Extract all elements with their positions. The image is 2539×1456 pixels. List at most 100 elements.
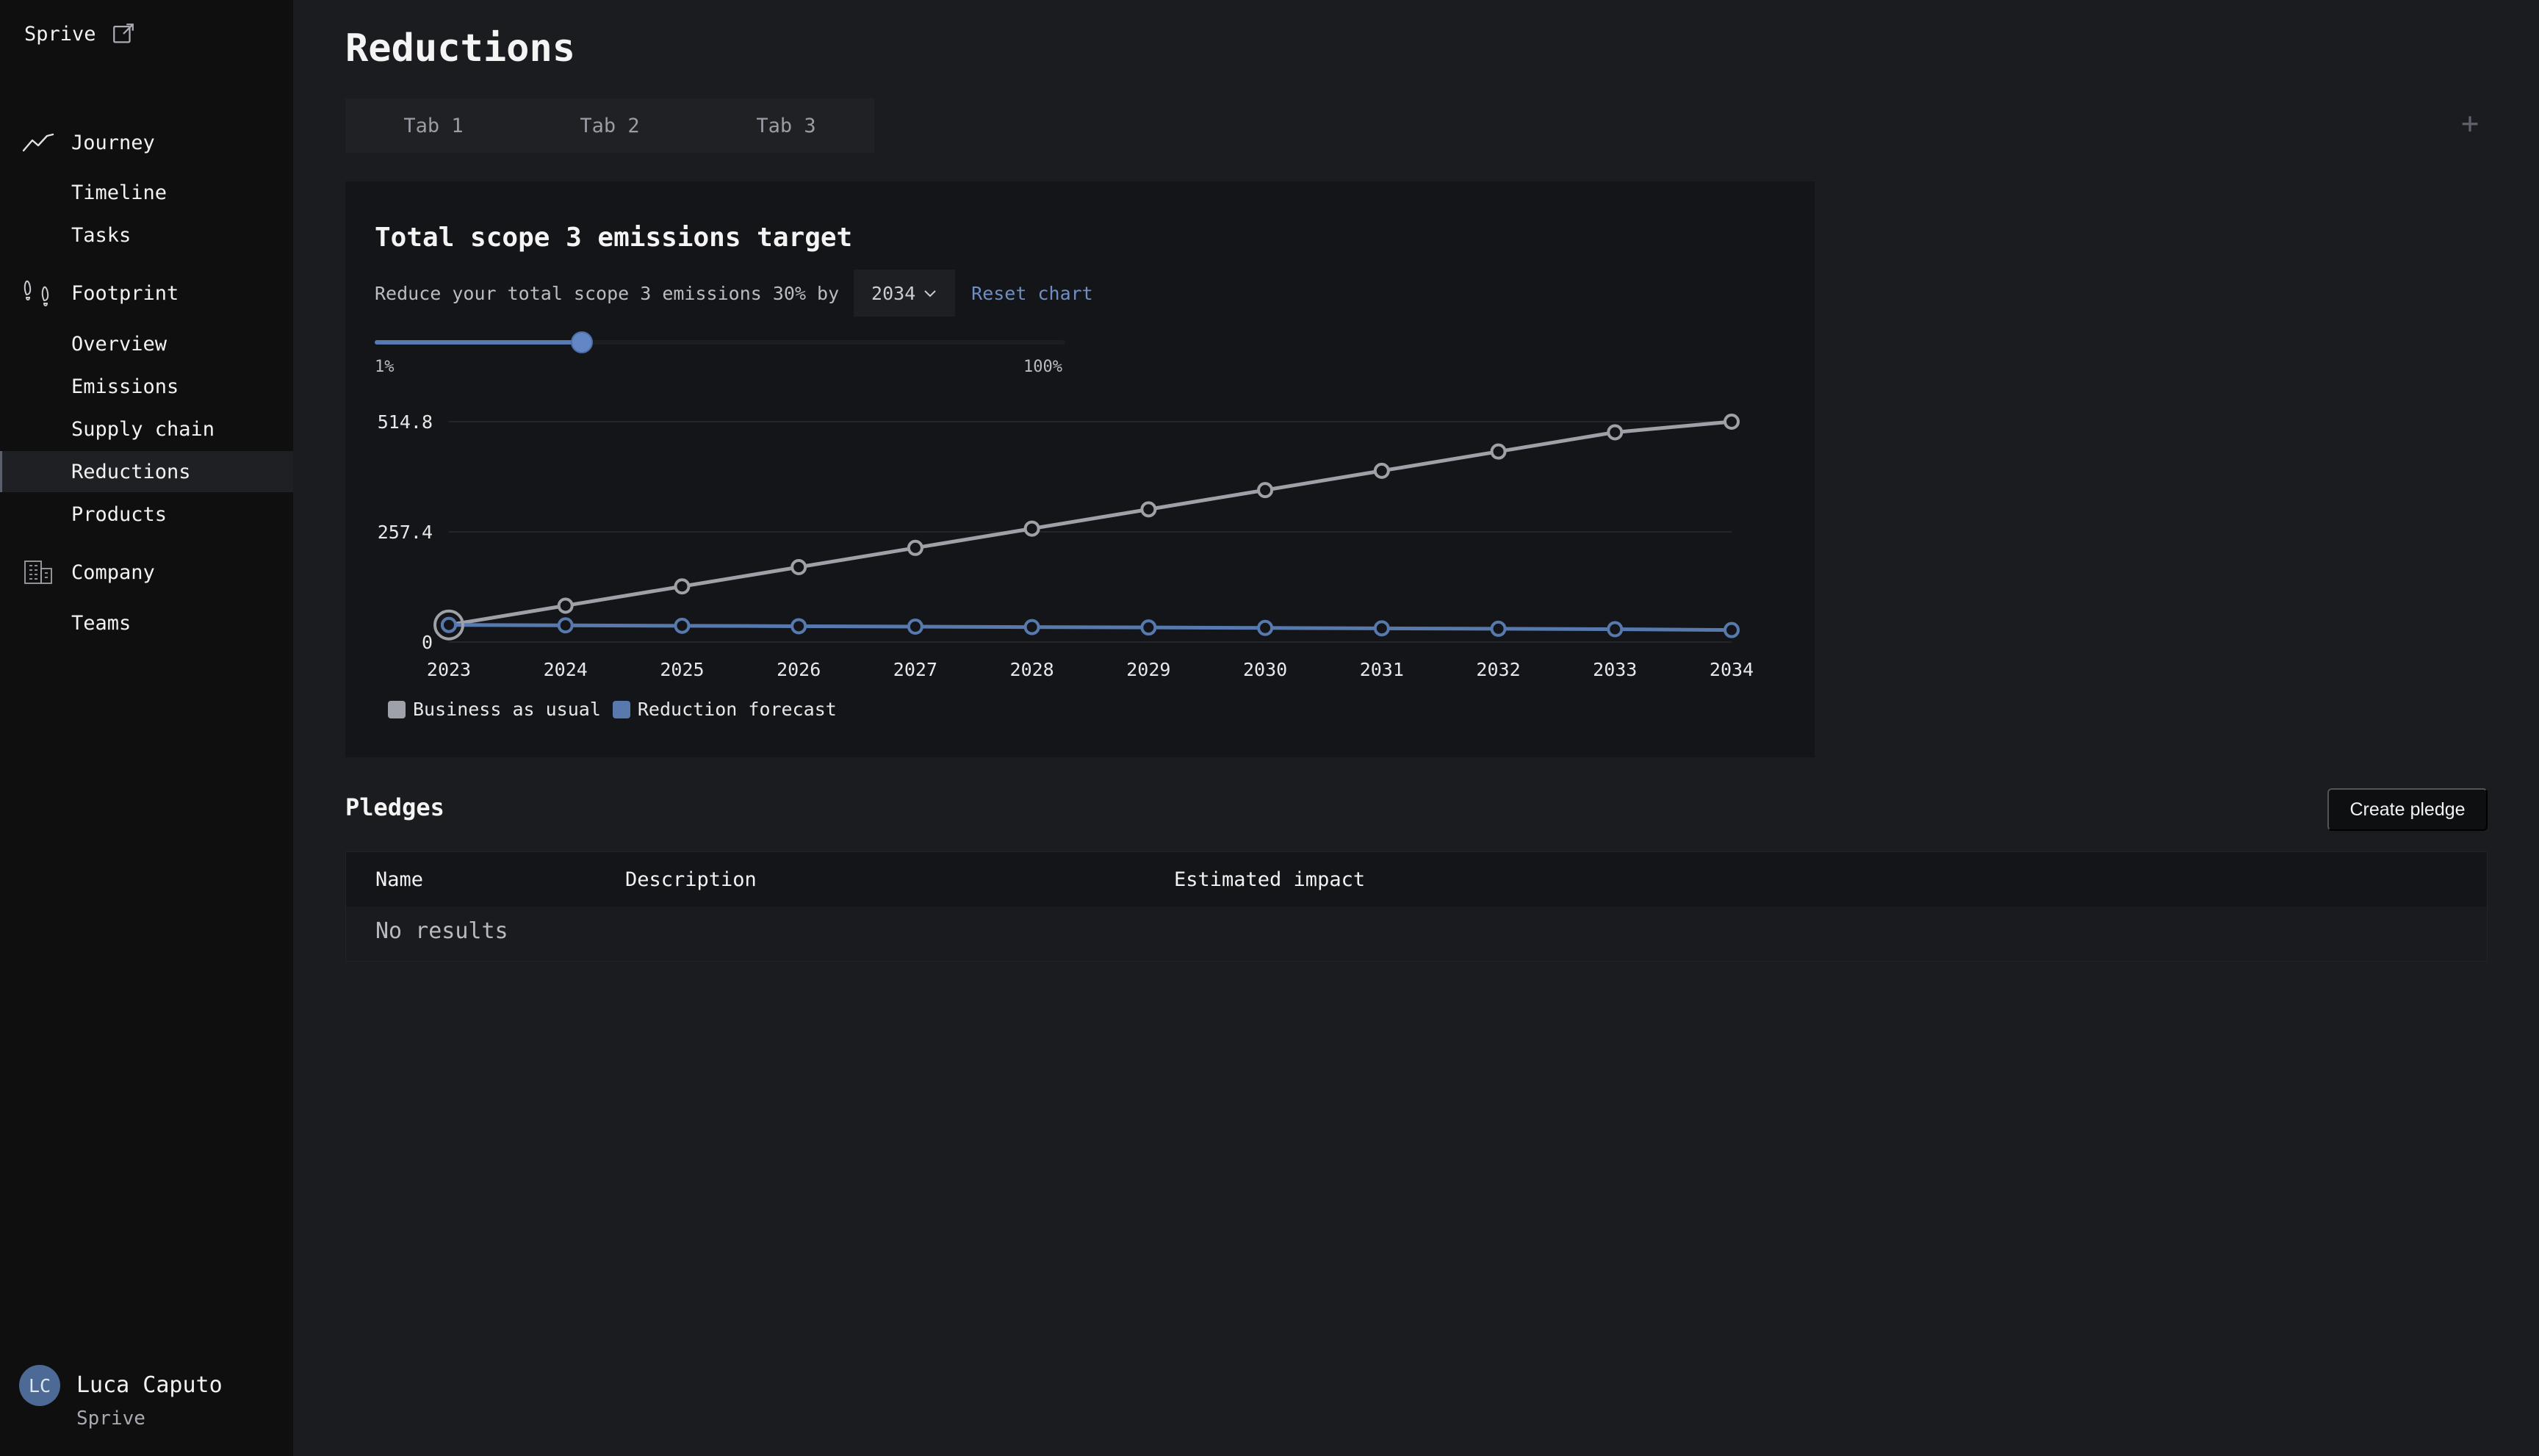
- reduction-slider[interactable]: [375, 331, 1065, 353]
- series-line-1: [448, 623, 1732, 633]
- brand-link[interactable]: Sprive: [24, 21, 136, 47]
- data-point: [441, 616, 457, 633]
- sidebar-item-supply-chain[interactable]: Supply chain: [0, 408, 293, 450]
- x-tick-label: 2028: [1010, 659, 1054, 680]
- sidebar-item-overview[interactable]: Overview: [0, 323, 293, 364]
- chart-legend: Business as usual Reduction forecast: [388, 699, 837, 720]
- sidebar-group-footprint[interactable]: Footprint: [0, 272, 293, 314]
- user-org: Sprive: [76, 1408, 145, 1430]
- data-point: [790, 618, 807, 635]
- sidebar-item-label: Emissions: [71, 375, 179, 398]
- sidebar-item-products[interactable]: Products: [0, 494, 293, 535]
- slider-max-label: 100%: [1023, 358, 1062, 376]
- building-icon: [22, 558, 54, 587]
- data-point: [1023, 619, 1040, 635]
- trend-line-icon: [22, 128, 54, 157]
- data-point: [1373, 620, 1390, 637]
- x-tick-label: 2032: [1476, 659, 1520, 680]
- target-sentence: Reduce your total scope 3 emissions 30% …: [375, 282, 840, 304]
- data-point: [557, 617, 574, 634]
- brand-name: Sprive: [24, 22, 96, 46]
- data-point: [907, 539, 923, 556]
- sidebar-group-journey[interactable]: Journey: [0, 121, 293, 164]
- tab-1[interactable]: Tab 1: [345, 115, 522, 137]
- column-header-description[interactable]: Description: [625, 868, 757, 891]
- page-title: Reductions: [345, 26, 576, 71]
- sidebar-group-company[interactable]: Company: [0, 551, 293, 594]
- target-year-select[interactable]: 2034: [854, 270, 956, 317]
- emissions-chart: 0 257.4 514.8 2023 2024 2025 2026 2027 2028 2029 2…: [378, 411, 1754, 680]
- x-tick-label: 2030: [1243, 659, 1287, 680]
- pledges-title: Pledges: [345, 793, 444, 821]
- sidebar-item-tasks[interactable]: Tasks: [0, 215, 293, 256]
- create-pledge-button[interactable]: Create pledge: [2327, 788, 2488, 831]
- y-tick-label: 257.4: [378, 522, 433, 543]
- x-tick-label: 2027: [893, 659, 937, 680]
- tab-2[interactable]: Tab 2: [522, 115, 698, 137]
- data-point: [790, 559, 807, 576]
- slider-handle[interactable]: [571, 331, 593, 353]
- data-point: [1607, 424, 1624, 441]
- data-point: [1490, 443, 1507, 460]
- data-point: [1490, 620, 1507, 637]
- table-header: Name Description Estimated impact: [346, 852, 2487, 907]
- column-header-name[interactable]: Name: [375, 868, 423, 891]
- data-point: [907, 619, 923, 635]
- table-empty-message: No results: [375, 918, 508, 944]
- legend-swatch: [612, 700, 630, 718]
- sidebar-group-label: Footprint: [71, 281, 179, 305]
- reset-chart-link[interactable]: Reset chart: [971, 283, 1093, 304]
- x-tick-label: 2026: [777, 659, 821, 680]
- y-tick-label: 514.8: [378, 411, 433, 433]
- data-point: [1140, 619, 1157, 636]
- x-tick-label: 2031: [1360, 659, 1404, 680]
- sidebar: Sprive Journey Timeline Tasks Footprint …: [0, 0, 293, 1456]
- sidebar-item-timeline[interactable]: Timeline: [0, 172, 293, 213]
- tab-3[interactable]: Tab 3: [698, 115, 874, 137]
- sidebar-item-label: Tasks: [71, 223, 132, 247]
- sidebar-item-emissions[interactable]: Emissions: [0, 366, 293, 407]
- sidebar-item-reductions[interactable]: Reductions: [0, 451, 293, 492]
- data-point: [1373, 462, 1390, 479]
- add-tab-button[interactable]: +: [2457, 107, 2483, 140]
- column-header-estimated-impact[interactable]: Estimated impact: [1174, 868, 1365, 891]
- sidebar-item-teams[interactable]: Teams: [0, 602, 293, 644]
- sidebar-item-label: Overview: [71, 332, 168, 356]
- external-link-icon: [112, 24, 134, 43]
- data-point: [1140, 501, 1157, 518]
- legend-item-bau[interactable]: Business as usual: [388, 699, 601, 720]
- data-point: [674, 617, 691, 634]
- sidebar-item-label: Reductions: [71, 460, 191, 483]
- legend-label: Business as usual: [413, 699, 601, 720]
- x-tick-label: 2025: [660, 659, 704, 680]
- x-tick-label: 2034: [1710, 659, 1754, 680]
- slider-fill: [375, 340, 582, 345]
- data-point: [674, 578, 691, 595]
- x-tick-label: 2033: [1593, 659, 1637, 680]
- sidebar-item-label: Teams: [71, 611, 132, 635]
- target-year-value: 2034: [871, 282, 916, 304]
- footprints-icon: [22, 278, 54, 308]
- avatar: LC: [19, 1365, 60, 1406]
- target-sentence-row: Reduce your total scope 3 emissions 30% …: [375, 270, 1093, 317]
- data-point: [1724, 621, 1740, 638]
- user-name: Luca Caputo: [76, 1372, 223, 1398]
- series-line-0: [448, 419, 1732, 627]
- tab-bar: Tab 1 Tab 2 Tab 3: [345, 98, 874, 153]
- data-point: [557, 597, 574, 614]
- emissions-target-card: 0 257.4 514.8 2023 2024 2025 2026 2027 2028 2029 2…: [345, 181, 1815, 757]
- card-title: Total scope 3 emissions target: [375, 223, 853, 253]
- sidebar-group-label: Company: [71, 561, 155, 584]
- data-point: [1257, 619, 1274, 636]
- legend-item-forecast[interactable]: Reduction forecast: [612, 699, 837, 720]
- data-point: [1023, 520, 1040, 537]
- y-tick-label: 0: [422, 632, 433, 653]
- user-menu[interactable]: LC Luca Caputo Sprive: [19, 1365, 284, 1431]
- x-tick-label: 2029: [1126, 659, 1170, 680]
- pledges-table: Name Description Estimated impact No res…: [345, 851, 2488, 962]
- x-tick-label: 2023: [427, 659, 471, 680]
- data-point: [1257, 482, 1274, 499]
- legend-label: Reduction forecast: [637, 699, 837, 720]
- chevron-down-icon: [924, 290, 936, 298]
- slider-min-label: 1%: [375, 358, 395, 376]
